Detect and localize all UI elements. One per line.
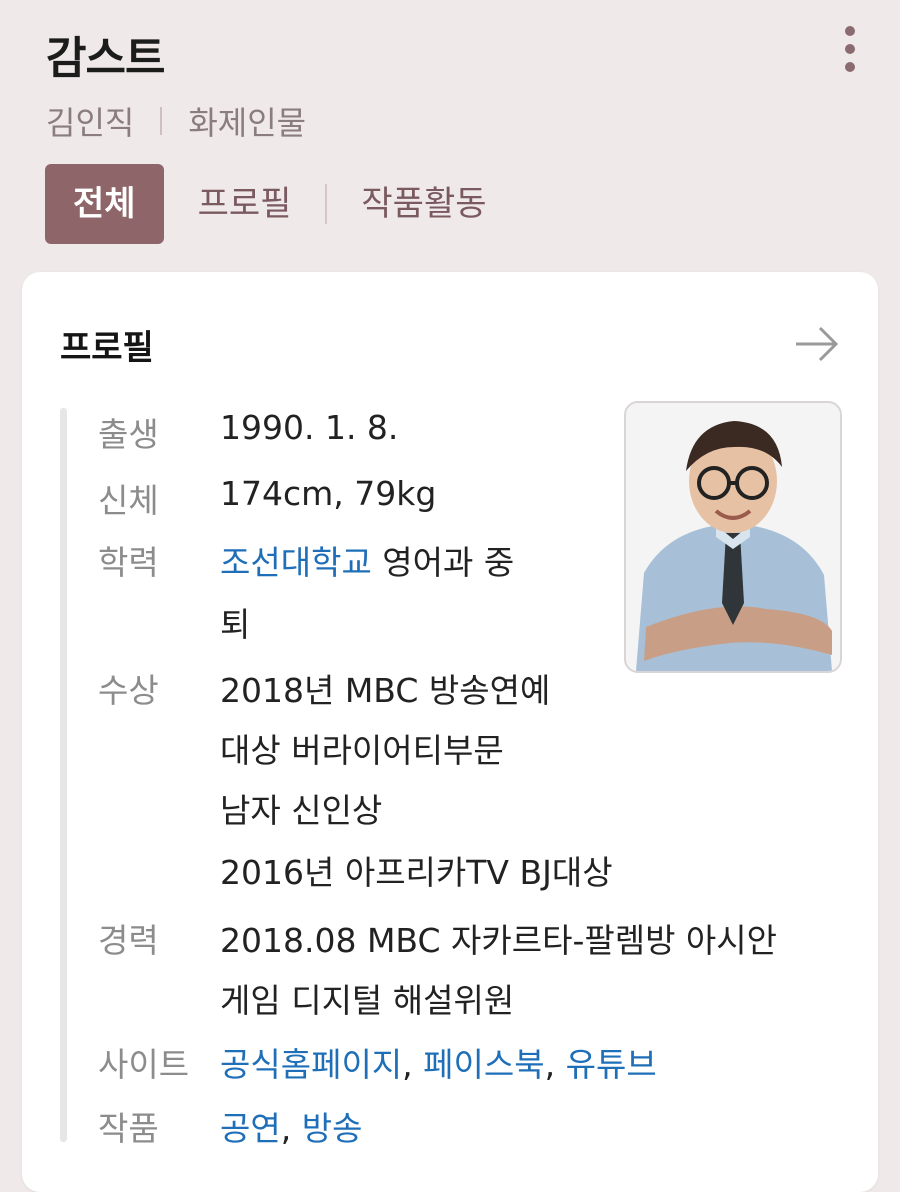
education-link[interactable]: 조선대학교 [220, 543, 372, 582]
award-line: 2016년 아프리카TV BJ대상 [220, 853, 613, 892]
birth-value: 1990. 1. 8. [220, 408, 399, 447]
award-line: 2018년 MBC 방송연예 [220, 671, 551, 710]
profile-bar [60, 408, 67, 1142]
tab-all[interactable]: 전체 [45, 164, 164, 244]
site-label: 사이트 [98, 1045, 190, 1084]
site-links: 공식홈페이지, 페이스북, 유튜브 [220, 1038, 657, 1086]
separator: , [402, 1045, 413, 1084]
divider [160, 107, 163, 135]
career-line: 2018.08 MBC 자카르타-팔렘방 아시안 [220, 921, 778, 960]
birth-label: 출생 [98, 415, 159, 454]
award-line: 대상 버라이어티부문 [220, 731, 504, 770]
official-homepage-link[interactable]: 공식홈페이지 [220, 1045, 402, 1084]
performance-link[interactable]: 공연 [220, 1109, 281, 1148]
education-label: 학력 [98, 543, 159, 582]
profile-card: 프로필 출생 1990. 1. 8. 신체 174cm, 79kg 학력 조선대… [22, 272, 878, 1192]
broadcast-link[interactable]: 방송 [302, 1109, 363, 1148]
separator: , [544, 1045, 556, 1084]
arrow-right-icon[interactable] [794, 324, 840, 364]
tab-bar: 전체 프로필 작품활동 [45, 164, 521, 244]
more-options-icon[interactable] [836, 24, 864, 74]
award-line: 남자 신인상 [220, 791, 383, 830]
facebook-link[interactable]: 페이스북 [423, 1045, 544, 1084]
profile-heading: 프로필 [60, 328, 154, 368]
profile-photo[interactable] [624, 401, 842, 673]
body-value: 174cm, 79kg [220, 474, 437, 513]
works-links: 공연, 방송 [220, 1102, 362, 1150]
works-label: 작품 [98, 1109, 159, 1148]
education-value: 조선대학교 영어과 중 [220, 536, 514, 584]
category-label: 화제인물 [188, 104, 307, 142]
real-name: 김인직 [46, 104, 135, 142]
career-line: 게임 디지털 해설위원 [220, 981, 515, 1020]
career-label: 경력 [98, 921, 159, 960]
education-value-cont: 퇴 [220, 605, 251, 644]
tab-works[interactable]: 작품활동 [327, 164, 520, 244]
subtitle-line: 김인직 화제인물 [46, 98, 306, 144]
page-title: 감스트 [46, 33, 165, 84]
body-label: 신체 [98, 481, 159, 520]
awards-label: 수상 [98, 671, 159, 710]
youtube-link[interactable]: 유튜브 [566, 1045, 657, 1084]
separator: , [280, 1109, 292, 1148]
tab-profile[interactable]: 프로필 [164, 164, 326, 244]
education-rest: 영어과 중 [371, 543, 515, 582]
